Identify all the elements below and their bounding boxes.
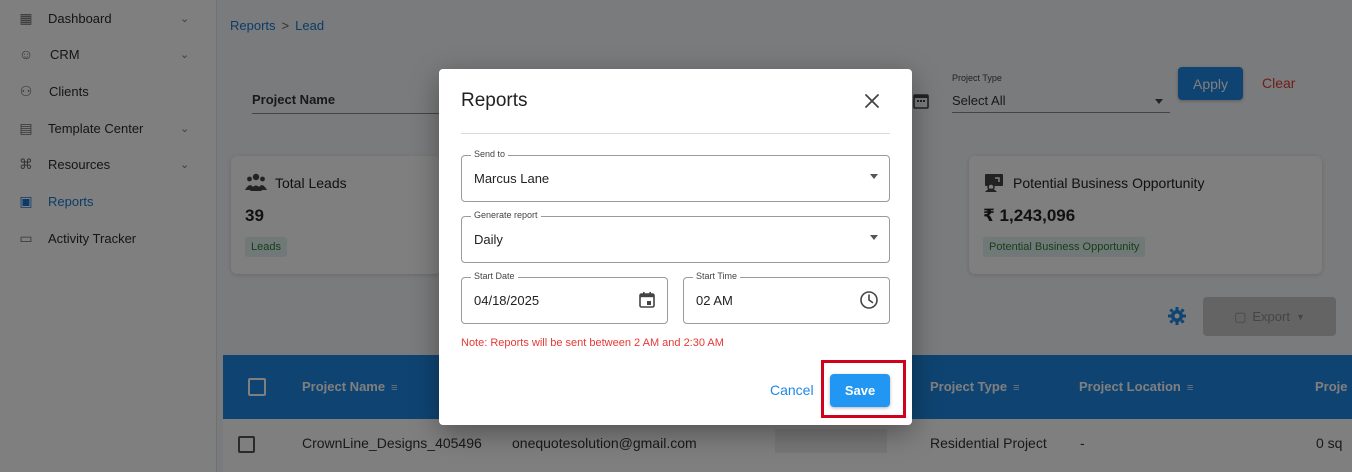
field-label: Send to — [471, 149, 509, 159]
start-time-field[interactable]: Start Time 02 AM — [683, 271, 890, 324]
field-label: Start Date — [471, 271, 518, 281]
dialog-title: Reports — [461, 90, 528, 111]
dropdown-arrow-icon[interactable] — [870, 235, 878, 240]
field-value: 02 AM — [696, 293, 733, 308]
calendar-icon[interactable] — [637, 290, 657, 310]
field-value: 04/18/2025 — [474, 293, 540, 308]
send-to-select[interactable]: Send to Marcus Lane — [461, 149, 890, 202]
generate-report-select[interactable]: Generate report Daily — [461, 210, 890, 263]
dialog-divider — [461, 133, 890, 134]
field-label: Generate report — [471, 210, 541, 220]
save-button-highlight-box — [821, 360, 906, 418]
cancel-button[interactable]: Cancel — [770, 382, 814, 398]
close-icon[interactable] — [862, 91, 882, 111]
clock-icon[interactable] — [859, 290, 879, 310]
field-value: Daily — [474, 232, 503, 247]
dropdown-arrow-icon[interactable] — [870, 174, 878, 179]
schedule-note: Note: Reports will be sent between 2 AM … — [461, 337, 724, 349]
start-date-field[interactable]: Start Date 04/18/2025 — [461, 271, 668, 324]
field-value: Marcus Lane — [474, 171, 550, 186]
field-label: Start Time — [693, 271, 741, 281]
